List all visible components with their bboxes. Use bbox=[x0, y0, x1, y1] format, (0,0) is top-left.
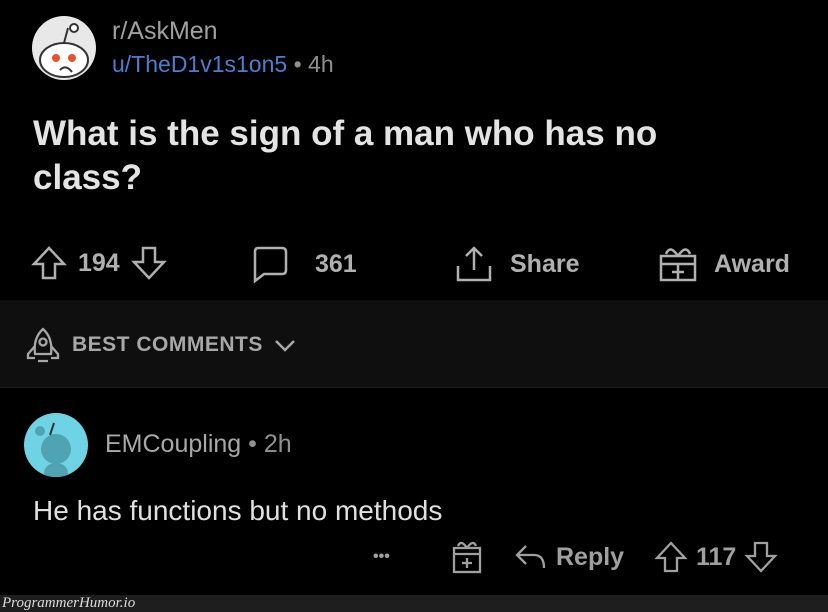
upvote-icon[interactable] bbox=[30, 244, 68, 282]
sort-dropdown[interactable]: BEST COMMENTS bbox=[24, 326, 297, 364]
author-link[interactable]: u/TheD1v1s1on5 bbox=[112, 51, 287, 77]
separator: • bbox=[293, 51, 302, 77]
comment-header: EMCoupling • 2h bbox=[105, 430, 292, 459]
share-button[interactable]: Share bbox=[454, 244, 579, 284]
sort-label: BEST COMMENTS bbox=[72, 333, 263, 356]
comments-button[interactable]: 361 bbox=[250, 244, 357, 284]
gift-icon bbox=[452, 541, 482, 574]
post-vote-count: 194 bbox=[78, 248, 120, 277]
share-label: Share bbox=[510, 249, 580, 278]
award-button[interactable]: Award bbox=[658, 244, 790, 284]
award-label: Award bbox=[714, 249, 790, 278]
more-options-button[interactable]: ••• bbox=[373, 548, 390, 566]
post-age: 4h bbox=[308, 51, 334, 77]
reply-label: Reply bbox=[556, 542, 625, 571]
post-title: What is the sign of a man who has no cla… bbox=[33, 114, 658, 197]
comment-vote-count: 117 bbox=[696, 542, 737, 571]
downvote-icon[interactable] bbox=[130, 244, 168, 282]
comment-age: 2h bbox=[263, 430, 292, 458]
commenter-avatar[interactable] bbox=[24, 413, 88, 477]
reply-icon bbox=[515, 545, 546, 569]
gift-icon bbox=[659, 248, 697, 282]
rocket-icon bbox=[26, 327, 60, 363]
downvote-icon[interactable] bbox=[744, 540, 778, 574]
comment-award-button[interactable] bbox=[450, 540, 484, 574]
separator: • bbox=[248, 430, 257, 458]
snoo-icon bbox=[35, 422, 71, 477]
subreddit-avatar[interactable] bbox=[32, 16, 96, 80]
comment-body: He has functions but no methods bbox=[33, 495, 443, 526]
share-icon bbox=[456, 246, 492, 282]
comment-vote-controls: 117 bbox=[654, 540, 778, 574]
comment-count: 361 bbox=[315, 249, 357, 278]
comment-icon bbox=[253, 246, 288, 284]
reply-button[interactable]: Reply bbox=[514, 540, 624, 574]
post-author[interactable]: u/TheD1v1s1on5 • 4h bbox=[112, 51, 334, 78]
snoo-icon bbox=[39, 23, 89, 78]
chevron-down-icon bbox=[274, 340, 295, 352]
upvote-icon[interactable] bbox=[654, 540, 688, 574]
watermark: ProgrammerHumor.io bbox=[0, 595, 828, 612]
comment-author[interactable]: EMCoupling bbox=[105, 430, 241, 458]
subreddit-name[interactable]: r/AskMen bbox=[112, 17, 218, 46]
vote-controls: 194 bbox=[30, 244, 168, 282]
